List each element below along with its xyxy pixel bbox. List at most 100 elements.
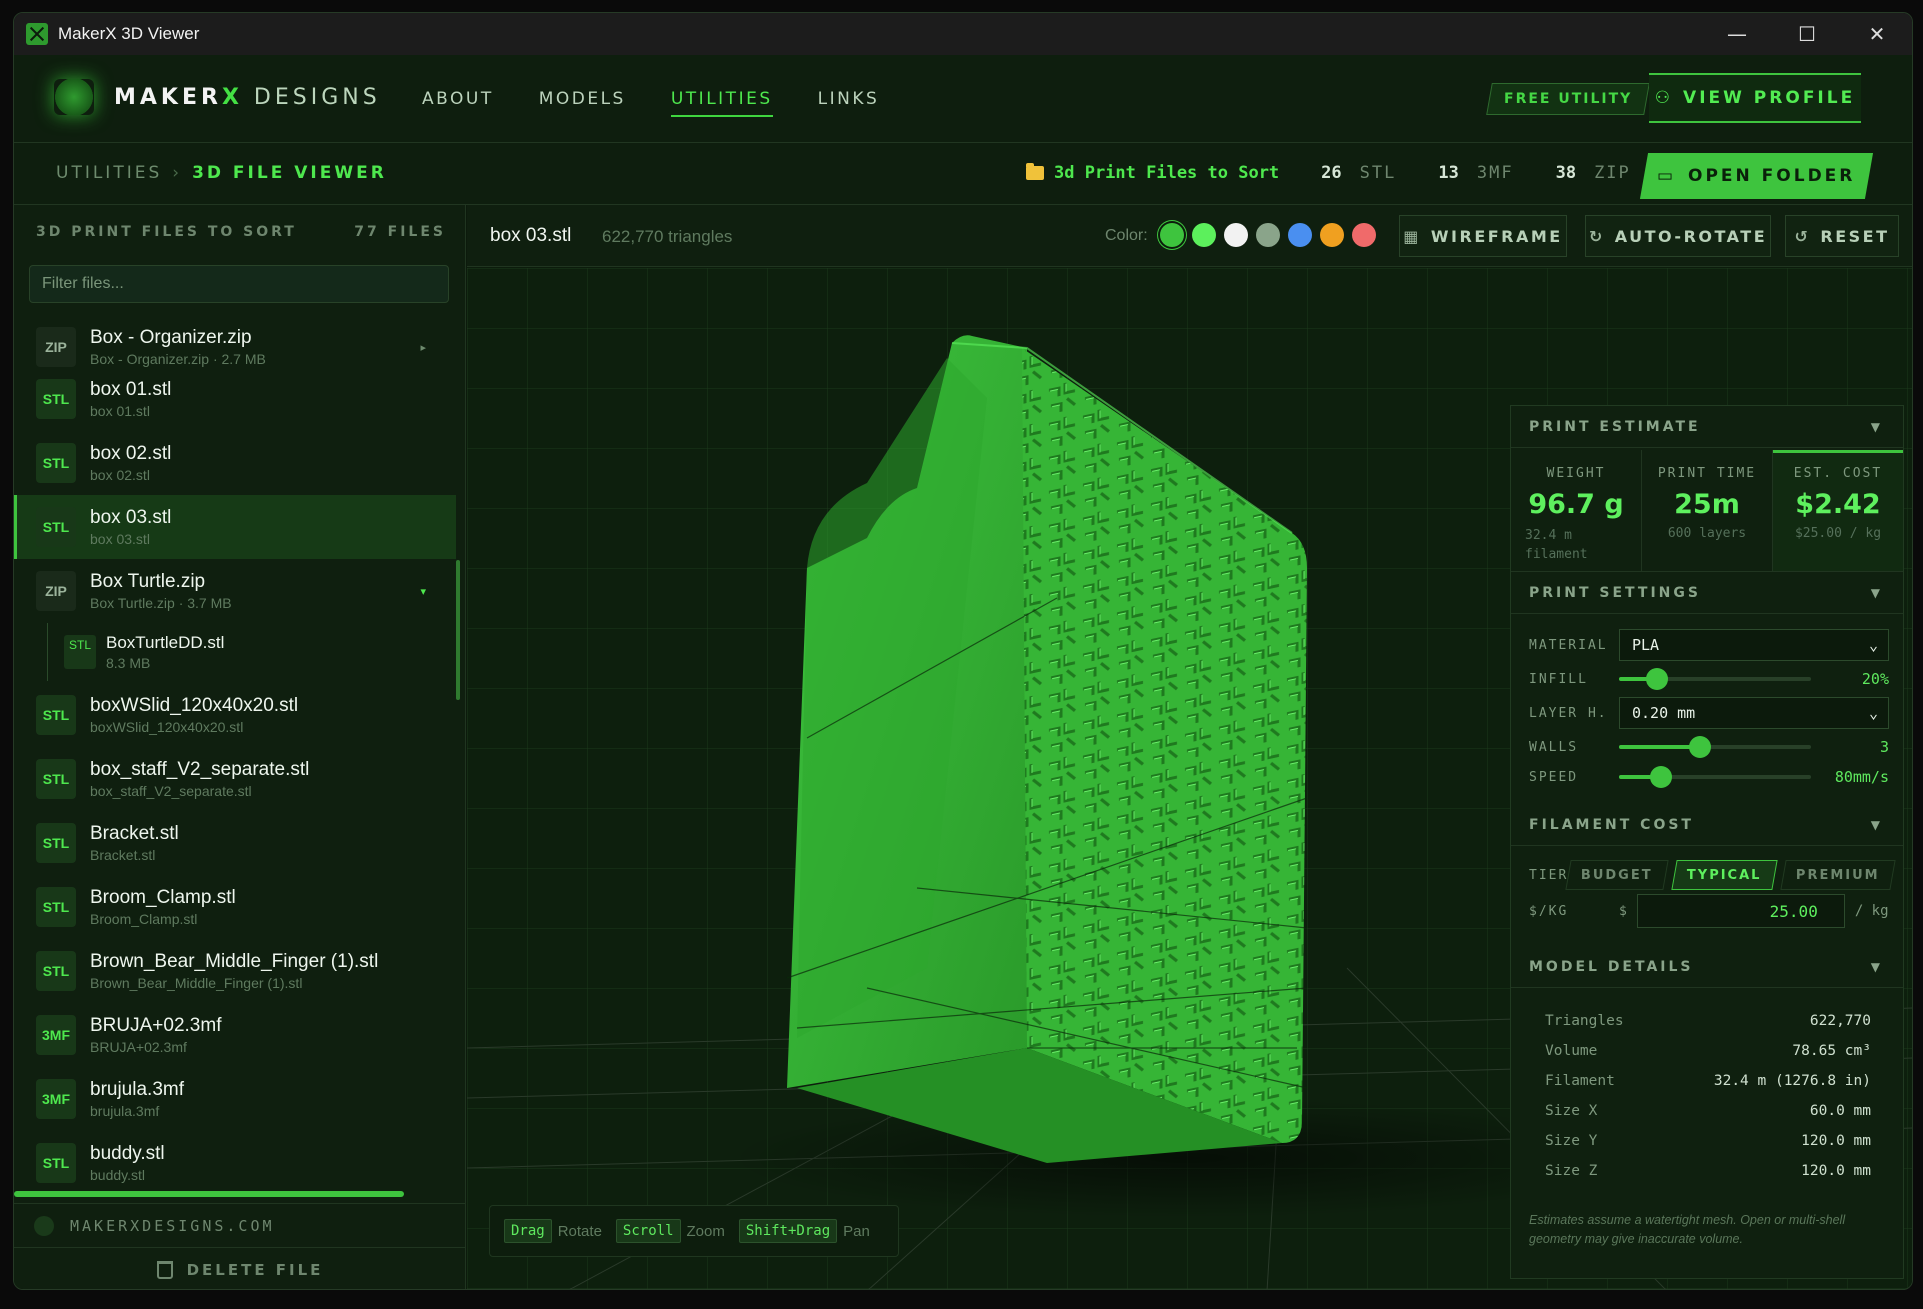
detail-value: 60.0 mm <box>1809 1103 1871 1119</box>
color-swatch-green[interactable] <box>1160 223 1184 247</box>
walls-row: WALLS 3 <box>1529 732 1889 762</box>
zip-count: 38 <box>1555 163 1577 183</box>
file-name: box 02.stl <box>90 443 172 464</box>
model-details-header[interactable]: MODEL DETAILS ▼ <box>1511 946 1903 988</box>
delete-file-button[interactable]: DELETE FILE <box>14 1247 466 1289</box>
file-item[interactable]: ZIP Box Turtle.zip Box Turtle.zip · 3.7 M… <box>14 559 456 623</box>
tier-budget[interactable]: BUDGET <box>1565 860 1669 890</box>
infill-slider[interactable] <box>1619 668 1811 690</box>
detail-value: 78.65 cm³ <box>1792 1043 1871 1059</box>
file-item[interactable]: STL box 01.stl box 01.stl <box>14 367 456 431</box>
tier-premium-label: PREMIUM <box>1795 867 1880 883</box>
tier-premium[interactable]: PREMIUM <box>1779 860 1895 890</box>
brand-name: MAKERX DESIGNS <box>114 85 381 110</box>
slider-handle[interactable] <box>1646 668 1669 690</box>
print-settings-header[interactable]: PRINT SETTINGS ▼ <box>1511 572 1903 614</box>
weight-sub: 32.4 m filament <box>1511 526 1641 564</box>
material-select[interactable]: PLA ⌄ <box>1619 629 1889 661</box>
brand-part-x: X <box>221 84 243 110</box>
file-name: box 01.stl <box>90 379 172 400</box>
detail-row: Size X 60.0 mm <box>1545 1096 1871 1126</box>
zip-child-item[interactable]: STL BoxTurtleDD.stl 8.3 MB <box>47 623 447 681</box>
breadcrumb-bar: UTILITIES › 3D FILE VIEWER 3d Print File… <box>14 143 1912 205</box>
cost-label: EST. COST <box>1793 466 1883 481</box>
detail-value: 622,770 <box>1809 1013 1871 1029</box>
file-item[interactable]: STL Bracket.stl Bracket.stl <box>14 811 456 875</box>
trash-icon <box>156 1260 173 1279</box>
brand-mark-icon <box>54 79 94 115</box>
nav-utilities[interactable]: UTILITIES <box>670 89 773 117</box>
file-item[interactable]: STL box_staff_V2_separate.stl box_staff_V… <box>14 747 456 811</box>
brand-part-maker: MAKER <box>114 84 222 110</box>
brand-logo[interactable]: MAKERX DESIGNS <box>54 79 381 115</box>
stl-file-icon: STL <box>36 887 76 927</box>
speed-slider[interactable] <box>1619 766 1811 788</box>
app-logo-icon <box>26 23 48 45</box>
slider-handle[interactable] <box>1650 766 1673 788</box>
color-swatch-white[interactable] <box>1224 223 1248 247</box>
file-item[interactable]: STL boxWSlid_120x40x20.stl boxWSlid_120x4… <box>14 683 456 747</box>
file-meta: box 02.stl <box>90 467 150 483</box>
slider-handle[interactable] <box>1688 736 1711 758</box>
price-per-kg-input[interactable]: 25.00 <box>1636 894 1845 928</box>
section-title: PRINT SETTINGS <box>1529 584 1701 601</box>
triangle-count: 622,770 triangles <box>602 227 733 246</box>
filament-cost-header[interactable]: FILAMENT COST ▼ <box>1511 804 1903 846</box>
walls-slider[interactable] <box>1619 736 1811 758</box>
color-swatch-lime[interactable] <box>1192 223 1216 247</box>
nav-links-item[interactable]: LINKS <box>818 89 880 117</box>
nav-about[interactable]: ABOUT <box>422 89 494 117</box>
auto-rotate-button[interactable]: ↻ AUTO-ROTATE <box>1585 215 1771 257</box>
layer-height-row: LAYER H. 0.20 mm ⌄ <box>1529 697 1889 729</box>
breadcrumb-utilities[interactable]: UTILITIES <box>56 163 162 183</box>
file-list-horizontal-scrollbar[interactable] <box>14 1191 404 1197</box>
expand-caret-icon[interactable]: ▸ <box>420 341 426 354</box>
tier-typical[interactable]: TYPICAL <box>1671 860 1778 890</box>
detail-value: 32.4 m (1276.8 in) <box>1713 1073 1871 1089</box>
wireframe-label: WIREFRAME <box>1430 226 1563 246</box>
file-item[interactable]: 3MF BRUJA+02.3mf BRUJA+02.3mf <box>14 1003 456 1067</box>
file-item[interactable]: STL box 02.stl box 02.stl <box>14 431 456 495</box>
maximize-button[interactable]: ☐ <box>1772 13 1842 55</box>
print-estimate-header[interactable]: PRINT ESTIMATE ▼ <box>1511 406 1903 448</box>
file-item[interactable]: STL Broom_Clamp.stl Broom_Clamp.stl <box>14 875 456 939</box>
file-item[interactable]: STL buddy.stl buddy.stl <box>14 1131 456 1187</box>
detail-key: Triangles <box>1545 1013 1624 1029</box>
file-list-scrollbar[interactable] <box>456 560 460 700</box>
nav-links: ABOUT MODELS UTILITIES LINKS <box>422 89 879 117</box>
color-swatch-gray[interactable] <box>1256 223 1280 247</box>
sidebar-header: 3D PRINT FILES TO SORT 77 FILES <box>36 224 446 240</box>
file-item[interactable]: 3MF brujula.3mf brujula.3mf <box>14 1067 456 1131</box>
file-list: ZIP Box - Organizer.zip Box - Organizer.z… <box>14 315 456 1187</box>
file-name: Broom_Clamp.stl <box>90 887 236 908</box>
file-item-selected[interactable]: STL box 03.stl box 03.stl <box>14 495 456 559</box>
detail-value: 120.0 mm <box>1801 1133 1871 1149</box>
site-link[interactable]: MAKERXDESIGNS.COM <box>70 1217 275 1235</box>
file-name: BoxTurtleDD.stl <box>106 633 225 652</box>
wireframe-button[interactable]: ▦ WIREFRAME <box>1399 215 1567 257</box>
file-name: buddy.stl <box>90 1143 165 1164</box>
color-swatch-blue[interactable] <box>1288 223 1312 247</box>
open-folder-button[interactable]: ▭ OPEN FOLDER <box>1639 153 1874 199</box>
hint-key: Shift+Drag <box>738 1219 838 1243</box>
reset-button[interactable]: ↺ RESET <box>1785 215 1899 257</box>
cost-value: $2.42 <box>1795 489 1881 520</box>
nav-models[interactable]: MODELS <box>539 89 626 117</box>
color-swatch-red[interactable] <box>1352 223 1376 247</box>
close-button[interactable]: ✕ <box>1842 13 1912 55</box>
price-unit: / kg <box>1854 903 1889 919</box>
collapse-caret-icon[interactable]: ▾ <box>420 585 426 598</box>
color-swatch-orange[interactable] <box>1320 223 1344 247</box>
file-item[interactable]: STL Brown_Bear_Middle_Finger (1).stl Brow… <box>14 939 456 1003</box>
detail-key: Size Y <box>1545 1133 1598 1149</box>
minimize-button[interactable]: — <box>1702 13 1772 55</box>
filter-input[interactable]: Filter files... <box>29 265 449 303</box>
detail-key: Size X <box>1545 1103 1598 1119</box>
zip-file-icon: ZIP <box>36 571 76 611</box>
chevron-down-icon: ▼ <box>1870 419 1883 434</box>
window-title: MakerX 3D Viewer <box>58 24 200 43</box>
view-profile-button[interactable]: ⚇ VIEW PROFILE <box>1649 73 1861 123</box>
app-window: MakerX 3D Viewer — ☐ ✕ MAKERX DESIGNS AB… <box>13 12 1913 1290</box>
layer-height-select[interactable]: 0.20 mm ⌄ <box>1619 697 1889 729</box>
chevron-down-icon: ▼ <box>1870 959 1883 974</box>
